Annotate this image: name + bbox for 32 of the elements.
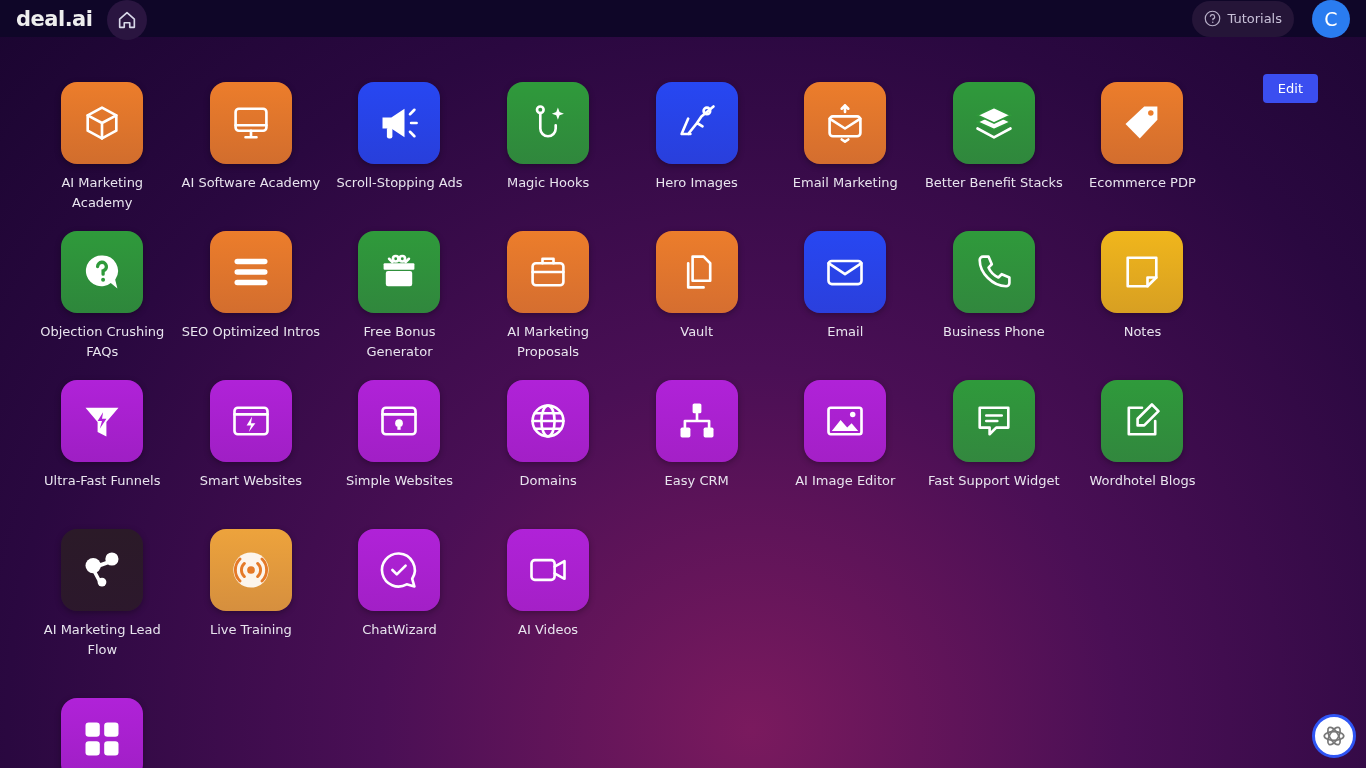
app-label: Simple Websites <box>345 472 454 490</box>
app-label: Live Training <box>209 621 292 639</box>
app-label: SEO Optimized Intros <box>181 323 321 341</box>
app-label: Fast Support Widget <box>928 472 1060 490</box>
app-label: Ecommerce PDP <box>1089 174 1196 192</box>
app-label: ChatWizard <box>362 621 437 639</box>
app-label: AI Marketing Proposals <box>506 323 590 361</box>
app-label: Scroll-Stopping Ads <box>336 174 463 192</box>
app-label: Domains <box>519 472 577 490</box>
app-label: Email Marketing <box>792 174 898 192</box>
tutorials-button[interactable]: Tutorials <box>1192 0 1294 37</box>
app-label: AI Marketing Academy <box>60 174 145 212</box>
app-label: Vault <box>680 323 714 341</box>
app-label: Smart Websites <box>199 472 302 490</box>
app-label: Business Phone <box>943 323 1045 341</box>
app-label: Ultra-Fast Funnels <box>44 472 161 490</box>
app-label: AI Marketing Lead Flow <box>42 621 162 659</box>
app-label: Easy CRM <box>664 472 729 490</box>
app-label: Free Bonus Generator <box>362 323 437 361</box>
user-avatar[interactable]: C <box>1312 0 1350 38</box>
app-label: Better Benefit Stacks <box>924 174 1063 192</box>
app-label: Notes <box>1123 323 1162 341</box>
app-label: AI Software Academy <box>181 174 321 192</box>
app-label: AI Image Editor <box>795 472 896 490</box>
app-label: Hero Images <box>655 174 738 192</box>
app-label: Email <box>827 323 864 341</box>
app-label: Objection Crushing FAQs <box>39 323 166 361</box>
app-label: Magic Hooks <box>506 174 590 192</box>
edit-button[interactable]: Edit <box>1262 74 1318 103</box>
logo[interactable]: deal.ai <box>16 6 93 31</box>
app-label: Wordhotel Blogs <box>1089 472 1196 490</box>
app-label: AI Videos <box>518 621 579 639</box>
